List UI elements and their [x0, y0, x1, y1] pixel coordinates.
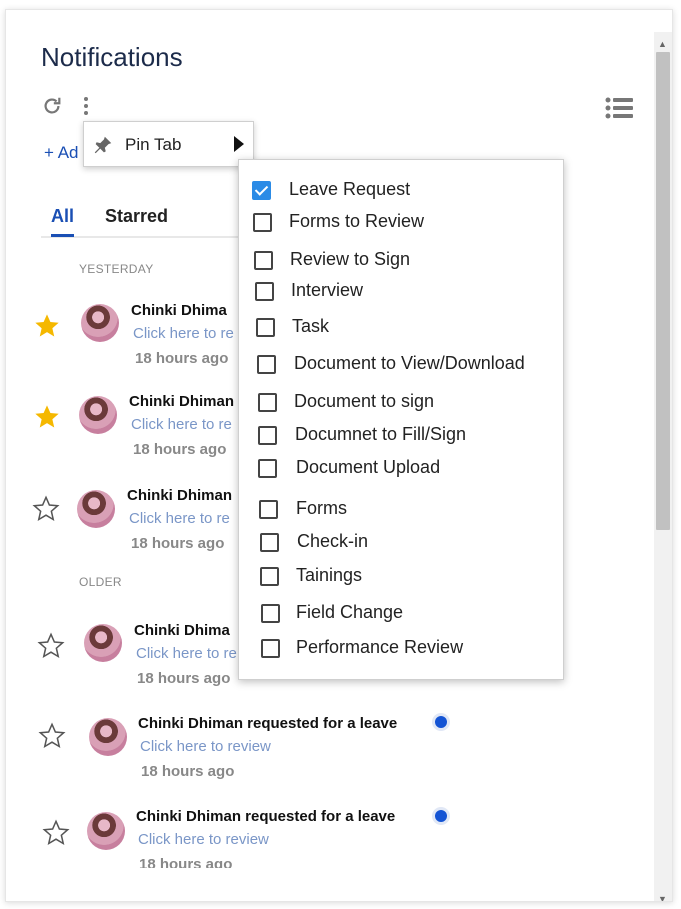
scrollbar[interactable]: ▲ ▼ [654, 32, 672, 901]
notification-title: Chinki Dhiman [127, 487, 233, 504]
notification-title: Chinki Dhima [131, 302, 227, 319]
filter-label: Task [292, 316, 330, 336]
star-outline-icon[interactable] [38, 722, 66, 750]
checkbox[interactable] [259, 500, 278, 519]
notification-time: 18 hours ago [135, 350, 229, 367]
filter-label: Check-in [297, 531, 369, 551]
notification-time: 18 hours ago [131, 535, 225, 552]
filter-label: Document to View/Download [294, 353, 525, 373]
more-vertical-icon[interactable] [76, 94, 96, 118]
page-title: Notifications [41, 42, 183, 72]
filter-item-document-upload[interactable]: Document Upload [239, 452, 563, 484]
filter-item-field-change[interactable]: Field Change [239, 597, 563, 629]
avatar [84, 624, 122, 662]
checkbox[interactable] [258, 426, 277, 445]
filter-label: Interview [291, 280, 364, 300]
tab-all[interactable]: All [51, 206, 75, 237]
checkbox[interactable] [261, 639, 280, 658]
filter-item-check-in[interactable]: Check-in [239, 526, 563, 558]
filter-item-document-to-sign[interactable]: Document to sign [239, 386, 563, 418]
notification-link[interactable]: Click here to review [140, 738, 271, 755]
checkbox[interactable] [260, 533, 279, 552]
filter-submenu: Leave Request Forms to Review Review to … [238, 159, 564, 680]
star-filled-icon[interactable] [33, 403, 61, 431]
notification-time: 18 hours ago [141, 763, 235, 780]
list-view-icon[interactable] [604, 96, 634, 120]
submenu-arrow-icon [234, 136, 244, 152]
checkbox[interactable] [258, 459, 277, 478]
filter-item-forms-to-review[interactable]: Forms to Review [239, 206, 563, 238]
filter-item-leave-request[interactable]: Leave Request [239, 174, 563, 206]
refresh-icon[interactable] [40, 94, 64, 118]
scroll-down-arrow-icon[interactable]: ▼ [658, 894, 667, 901]
checkbox[interactable] [253, 213, 272, 232]
filter-item-forms[interactable]: Forms [239, 493, 563, 525]
avatar [81, 304, 119, 342]
notification-item[interactable]: Chinki Dhiman requested for a leave Clic… [6, 706, 566, 786]
checkbox[interactable] [261, 604, 280, 623]
star-outline-icon[interactable] [37, 632, 65, 660]
unread-dot-icon [435, 810, 447, 822]
notification-time: 18 hours ago [133, 441, 227, 458]
scroll-up-arrow-icon[interactable]: ▲ [658, 39, 667, 49]
notification-title: Chinki Dhima [134, 622, 230, 639]
avatar [89, 718, 127, 756]
notification-item[interactable]: Chinki Dhiman requested for a leave Clic… [6, 799, 566, 879]
filter-item-task[interactable]: Task [239, 311, 563, 343]
notification-title: Chinki Dhiman requested for a leave [136, 808, 396, 825]
notification-link[interactable]: Click here to re [131, 416, 232, 433]
pin-icon [94, 136, 112, 154]
filter-label: Tainings [296, 565, 363, 585]
star-outline-icon[interactable] [32, 495, 60, 523]
scrollbar-thumb[interactable] [656, 52, 670, 530]
checkbox[interactable] [255, 282, 274, 301]
filter-label: Document to sign [294, 391, 435, 411]
star-filled-icon[interactable] [33, 312, 61, 340]
filter-label: Document Upload [296, 457, 441, 477]
notification-title: Chinki Dhiman [129, 393, 235, 410]
avatar [79, 396, 117, 434]
checkbox[interactable] [258, 393, 277, 412]
filter-item-document-fill-sign[interactable]: Documnet to Fill/Sign [239, 419, 563, 451]
checkbox[interactable] [260, 567, 279, 586]
checkbox[interactable] [257, 355, 276, 374]
notification-link[interactable]: Click here to re [129, 510, 230, 527]
notification-link[interactable]: Click here to review [138, 831, 269, 848]
filter-label: Forms to Review [289, 211, 425, 231]
pin-tab-menu[interactable]: Pin Tab [83, 121, 254, 167]
notification-link[interactable]: Click here to re [136, 645, 237, 662]
checkbox[interactable] [256, 318, 275, 337]
filter-item-review-to-sign[interactable]: Review to Sign [239, 244, 563, 276]
section-yesterday: YESTERDAY [79, 262, 154, 276]
filter-item-interview[interactable]: Interview [239, 275, 563, 307]
avatar [87, 812, 125, 850]
filter-label: Forms [296, 498, 347, 518]
checkbox-checked[interactable] [252, 181, 271, 200]
checkbox[interactable] [254, 251, 273, 270]
tab-bar: All Starred [41, 206, 241, 238]
unread-dot-icon [435, 716, 447, 728]
filter-item-performance-review[interactable]: Performance Review [239, 632, 563, 664]
star-outline-icon[interactable] [42, 819, 70, 847]
filter-label: Field Change [296, 602, 404, 622]
notification-link[interactable]: Click here to re [133, 325, 234, 342]
filter-label: Documnet to Fill/Sign [295, 424, 467, 444]
avatar [77, 490, 115, 528]
filter-item-tainings[interactable]: Tainings [239, 560, 563, 592]
filter-label: Leave Request [289, 179, 411, 199]
pin-tab-label: Pin Tab [125, 135, 182, 154]
filter-label: Performance Review [296, 637, 464, 657]
add-link[interactable]: + Ad [44, 143, 79, 163]
section-older: OLDER [79, 575, 122, 589]
filter-label: Review to Sign [290, 249, 411, 269]
tab-starred[interactable]: Starred [105, 206, 168, 234]
notification-time: 18 hours ago [139, 856, 233, 868]
filter-item-document-view-download[interactable]: Document to View/Download [239, 348, 563, 380]
notification-time: 18 hours ago [137, 670, 231, 687]
notification-title: Chinki Dhiman requested for a leave [138, 715, 398, 732]
